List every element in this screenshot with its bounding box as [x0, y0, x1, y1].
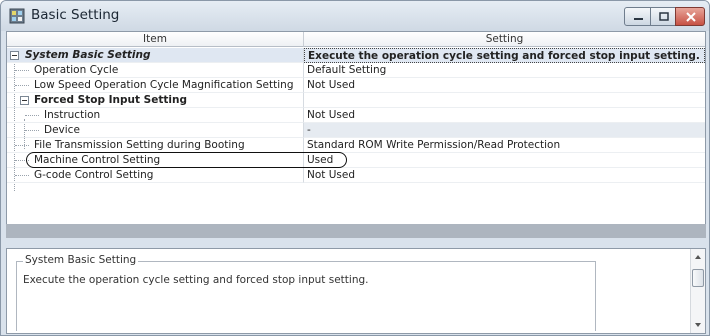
collapse-icon[interactable]: [10, 51, 19, 60]
description-group: System Basic Setting Execute the operati…: [16, 254, 596, 331]
close-icon: [686, 12, 696, 22]
close-button[interactable]: [675, 7, 705, 26]
table-row[interactable]: File Transmission Setting during Booting…: [7, 138, 705, 153]
minimize-icon: [634, 18, 643, 20]
tree-line: [15, 70, 29, 71]
setting-grid: Item Setting System Basic Setting Execut…: [6, 31, 706, 238]
row-setting-value: Standard ROM Write Permission/Read Prote…: [304, 138, 705, 153]
row-setting-value: Not Used: [304, 78, 705, 93]
maximize-button[interactable]: [650, 7, 676, 26]
row-item-label: File Transmission Setting during Booting: [34, 139, 245, 151]
row-setting-value: Execute the operation cycle setting and …: [304, 48, 705, 63]
row-setting-value: Not Used: [304, 108, 705, 123]
scroll-up-icon[interactable]: [695, 255, 701, 259]
collapse-icon[interactable]: [20, 96, 29, 105]
tree-line: [15, 145, 29, 146]
table-row[interactable]: Operation Cycle Default Setting: [7, 63, 705, 78]
table-row[interactable]: Forced Stop Input Setting: [7, 93, 705, 108]
row-setting-value: Default Setting: [304, 63, 705, 78]
settings-app-icon: [9, 8, 25, 24]
basic-setting-window: Basic Setting Item Setting System Basic …: [0, 0, 710, 336]
row-item-label: Instruction: [44, 109, 101, 121]
table-row[interactable]: Device -: [7, 123, 705, 138]
table-row[interactable]: Low Speed Operation Cycle Magnification …: [7, 78, 705, 93]
grid-status-bar: [6, 224, 706, 238]
tree-line: [25, 115, 39, 116]
description-title: System Basic Setting: [23, 254, 139, 266]
column-header-item[interactable]: Item: [7, 32, 304, 47]
maximize-icon: [659, 12, 669, 21]
tree-line: [25, 130, 39, 131]
table-row[interactable]: Instruction Not Used: [7, 108, 705, 123]
tree-line: [15, 175, 29, 176]
scroll-thumb[interactable]: [692, 269, 704, 287]
minimize-button[interactable]: [624, 7, 651, 26]
column-header-setting[interactable]: Setting: [304, 32, 705, 47]
row-item-label: Device: [44, 124, 80, 136]
row-setting-value: Not Used: [304, 168, 705, 183]
row-item-label: G-code Control Setting: [34, 169, 154, 181]
row-item-label: Operation Cycle: [34, 64, 119, 76]
row-item-label: Forced Stop Input Setting: [34, 94, 187, 106]
row-item-label: System Basic Setting: [25, 49, 151, 61]
row-setting-value: Used: [304, 153, 705, 168]
row-setting-value: -: [304, 123, 705, 138]
scroll-down-icon[interactable]: [695, 323, 701, 327]
row-setting-value: [304, 93, 705, 108]
row-item-label: Low Speed Operation Cycle Magnification …: [34, 79, 294, 91]
tree-line: [15, 85, 29, 86]
description-text: Execute the operation cycle setting and …: [23, 274, 369, 286]
table-row[interactable]: G-code Control Setting Not Used: [7, 168, 705, 183]
description-scrollbar[interactable]: [690, 249, 705, 333]
title-bar[interactable]: Basic Setting: [1, 1, 709, 31]
description-panel: System Basic Setting Execute the operati…: [6, 248, 706, 334]
highlight-callout: [26, 152, 347, 168]
window-title: Basic Setting: [31, 7, 120, 23]
table-row[interactable]: System Basic Setting Execute the operati…: [7, 48, 705, 63]
